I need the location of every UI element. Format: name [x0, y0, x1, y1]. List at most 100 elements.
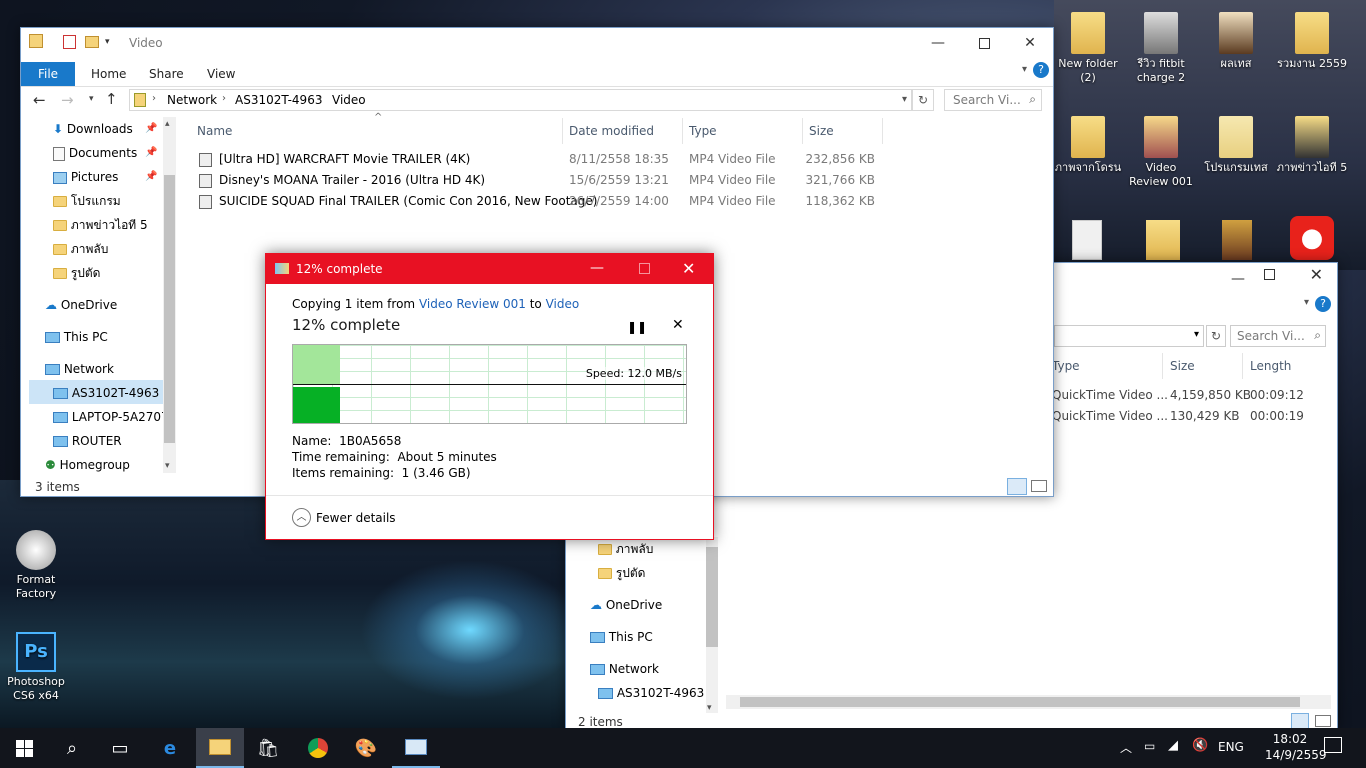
- chevron-down-icon[interactable]: ▾: [165, 461, 170, 471]
- help-icon[interactable]: ?: [1315, 296, 1331, 312]
- nav-item-computer-selected[interactable]: AS3102T-4963: [53, 381, 159, 405]
- column-length[interactable]: Length: [1250, 359, 1291, 373]
- nav-item-homegroup[interactable]: ⚉ Homegroup: [45, 453, 130, 473]
- nav-item-folder[interactable]: โปรแกรม: [53, 189, 121, 213]
- address-bar[interactable]: › Network › AS3102T-4963 › Video ▾: [129, 89, 912, 111]
- close-button[interactable]: ✕: [1310, 265, 1323, 284]
- desktop-icon-test-programs[interactable]: โปรแกรมเทส: [1200, 116, 1272, 175]
- nav-item-onedrive[interactable]: ☁ OneDrive: [45, 293, 117, 317]
- chevron-down-icon[interactable]: ▾: [1304, 297, 1309, 308]
- nav-item-folder[interactable]: รูปตัด: [598, 561, 645, 585]
- horizontal-scrollbar[interactable]: [726, 695, 1331, 709]
- show-hidden-icons-icon[interactable]: ︿: [1120, 739, 1132, 756]
- close-button[interactable]: ✕: [1007, 28, 1053, 58]
- search-box[interactable]: Search Vi... ⌕: [1230, 325, 1326, 347]
- pin-icon[interactable]: 📌: [145, 147, 157, 158]
- gom-player-icon[interactable]: ●: [1290, 216, 1334, 260]
- store-icon[interactable]: 🛍: [244, 728, 292, 768]
- close-button[interactable]: ✕: [682, 259, 695, 278]
- source-link[interactable]: Video Review 001: [419, 297, 526, 311]
- pin-icon[interactable]: 📌: [145, 123, 157, 134]
- scroll-thumb[interactable]: [706, 547, 718, 647]
- pin-icon[interactable]: 📌: [145, 171, 157, 182]
- volume-muted-icon[interactable]: 🔇: [1192, 738, 1208, 753]
- file-row[interactable]: SUICIDE SQUAD Final TRAILER (Comic Con 2…: [199, 191, 889, 212]
- nav-scrollbar[interactable]: ▾: [706, 537, 718, 713]
- column-type[interactable]: Type: [1052, 359, 1080, 373]
- desktop-icon-fitbit[interactable]: รีวิว fitbit charge 2: [1125, 12, 1197, 85]
- scroll-thumb[interactable]: [740, 697, 1300, 707]
- ribbon-tab-home[interactable]: Home: [81, 62, 136, 86]
- help-icon[interactable]: ?: [1033, 62, 1049, 78]
- desktop-icon-work-2559[interactable]: รวมงาน 2559: [1276, 12, 1348, 71]
- ribbon-tab-share[interactable]: Share: [139, 62, 194, 86]
- desktop-icon-new-folder[interactable]: New folder (2): [1052, 12, 1124, 85]
- address-bar[interactable]: ▾: [1054, 325, 1204, 347]
- desktop-icon-test-results[interactable]: ผลเทส: [1200, 12, 1272, 71]
- nav-item-network[interactable]: Network: [45, 357, 114, 381]
- nav-item-network[interactable]: Network: [590, 657, 659, 681]
- desktop-icon-document[interactable]: [1072, 220, 1102, 260]
- large-icons-view-icon[interactable]: [1315, 715, 1331, 727]
- nav-scrollbar[interactable]: ▴ ▾: [163, 117, 176, 473]
- large-icons-view-icon[interactable]: [1031, 480, 1047, 492]
- nav-item-pictures[interactable]: Pictures: [53, 165, 118, 189]
- nav-item-folder[interactable]: ภาพลับ: [53, 237, 108, 261]
- column-date-modified[interactable]: Date modified: [563, 118, 683, 144]
- chevron-up-icon[interactable]: ▴: [165, 119, 170, 129]
- back-arrow-icon[interactable]: ←: [33, 91, 46, 109]
- desktop-icon-drone-photos[interactable]: ภาพจากโดรน: [1052, 116, 1124, 175]
- column-type[interactable]: Type: [683, 118, 803, 144]
- desktop-icon-it-news[interactable]: ภาพข่าวไอที 5: [1276, 116, 1348, 175]
- desktop-icon-folder[interactable]: [1146, 220, 1180, 260]
- destination-link[interactable]: Video: [546, 297, 580, 311]
- nav-item-documents[interactable]: Documents: [53, 141, 137, 165]
- pause-button[interactable]: ❚❚: [627, 320, 647, 334]
- chevron-down-icon[interactable]: ▾: [707, 703, 712, 713]
- nav-item-this-pc[interactable]: This PC: [45, 325, 108, 349]
- nav-item-computer[interactable]: ROUTER: [53, 429, 122, 453]
- search-box[interactable]: Search Vi... ⌕: [944, 89, 1042, 111]
- maximize-button[interactable]: [961, 28, 1007, 58]
- wifi-icon[interactable]: ◢: [1168, 738, 1178, 753]
- fewer-details-button[interactable]: Fewer details: [316, 511, 396, 525]
- start-button[interactable]: [0, 728, 48, 768]
- nav-item-folder[interactable]: รูปตัด: [53, 261, 100, 285]
- breadcrumb-nas[interactable]: AS3102T-4963: [235, 93, 322, 107]
- desktop-icon-format-factory[interactable]: Format Factory: [0, 530, 72, 601]
- nav-item-folder[interactable]: ภาพข่าวไอที 5: [53, 213, 148, 237]
- up-arrow-icon[interactable]: ↑: [105, 90, 118, 108]
- new-folder-icon[interactable]: [85, 36, 99, 48]
- cancel-button[interactable]: ✕: [672, 317, 684, 333]
- desktop-icon-media[interactable]: [1222, 220, 1252, 260]
- forward-arrow-icon[interactable]: →: [61, 91, 74, 109]
- ribbon-tab-view[interactable]: View: [197, 62, 245, 86]
- customize-qat-icon[interactable]: ▾: [105, 37, 110, 47]
- address-dropdown-icon[interactable]: ▾: [902, 94, 907, 105]
- nav-item-this-pc[interactable]: This PC: [590, 625, 653, 649]
- breadcrumb-video[interactable]: Video: [332, 93, 366, 107]
- file-row[interactable]: [Ultra HD] WARCRAFT Movie TRAILER (4K) 8…: [199, 149, 889, 170]
- refresh-icon[interactable]: ↻: [912, 89, 934, 111]
- paint-icon[interactable]: 🎨: [342, 728, 390, 768]
- chevron-up-icon[interactable]: ︿: [292, 508, 311, 527]
- search-icon[interactable]: ⌕: [48, 728, 96, 768]
- details-view-icon[interactable]: [1007, 478, 1027, 495]
- language-indicator[interactable]: ENG: [1218, 740, 1244, 754]
- minimize-button[interactable]: —: [915, 28, 961, 58]
- maximize-button[interactable]: [1264, 269, 1275, 280]
- refresh-icon[interactable]: ↻: [1206, 325, 1226, 347]
- nav-item-onedrive[interactable]: ☁ OneDrive: [590, 593, 662, 617]
- column-size[interactable]: Size: [803, 118, 883, 144]
- task-view-icon[interactable]: ▭: [96, 728, 144, 768]
- desktop-icon-photoshop[interactable]: Ps Photoshop CS6 x64: [0, 632, 72, 703]
- minimize-button[interactable]: —: [590, 260, 604, 276]
- edge-icon[interactable]: e: [146, 728, 194, 768]
- recent-locations-icon[interactable]: ▾: [89, 94, 94, 104]
- desktop-icon-video-review[interactable]: Video Review 001: [1125, 116, 1197, 189]
- battery-icon[interactable]: ▭: [1144, 739, 1155, 753]
- nav-item-downloads[interactable]: ⬇ Downloads: [53, 117, 133, 141]
- file-explorer-taskbar-icon[interactable]: [196, 728, 244, 768]
- quick-access-folder-icon[interactable]: [29, 34, 43, 48]
- minimize-button[interactable]: —: [1231, 271, 1245, 287]
